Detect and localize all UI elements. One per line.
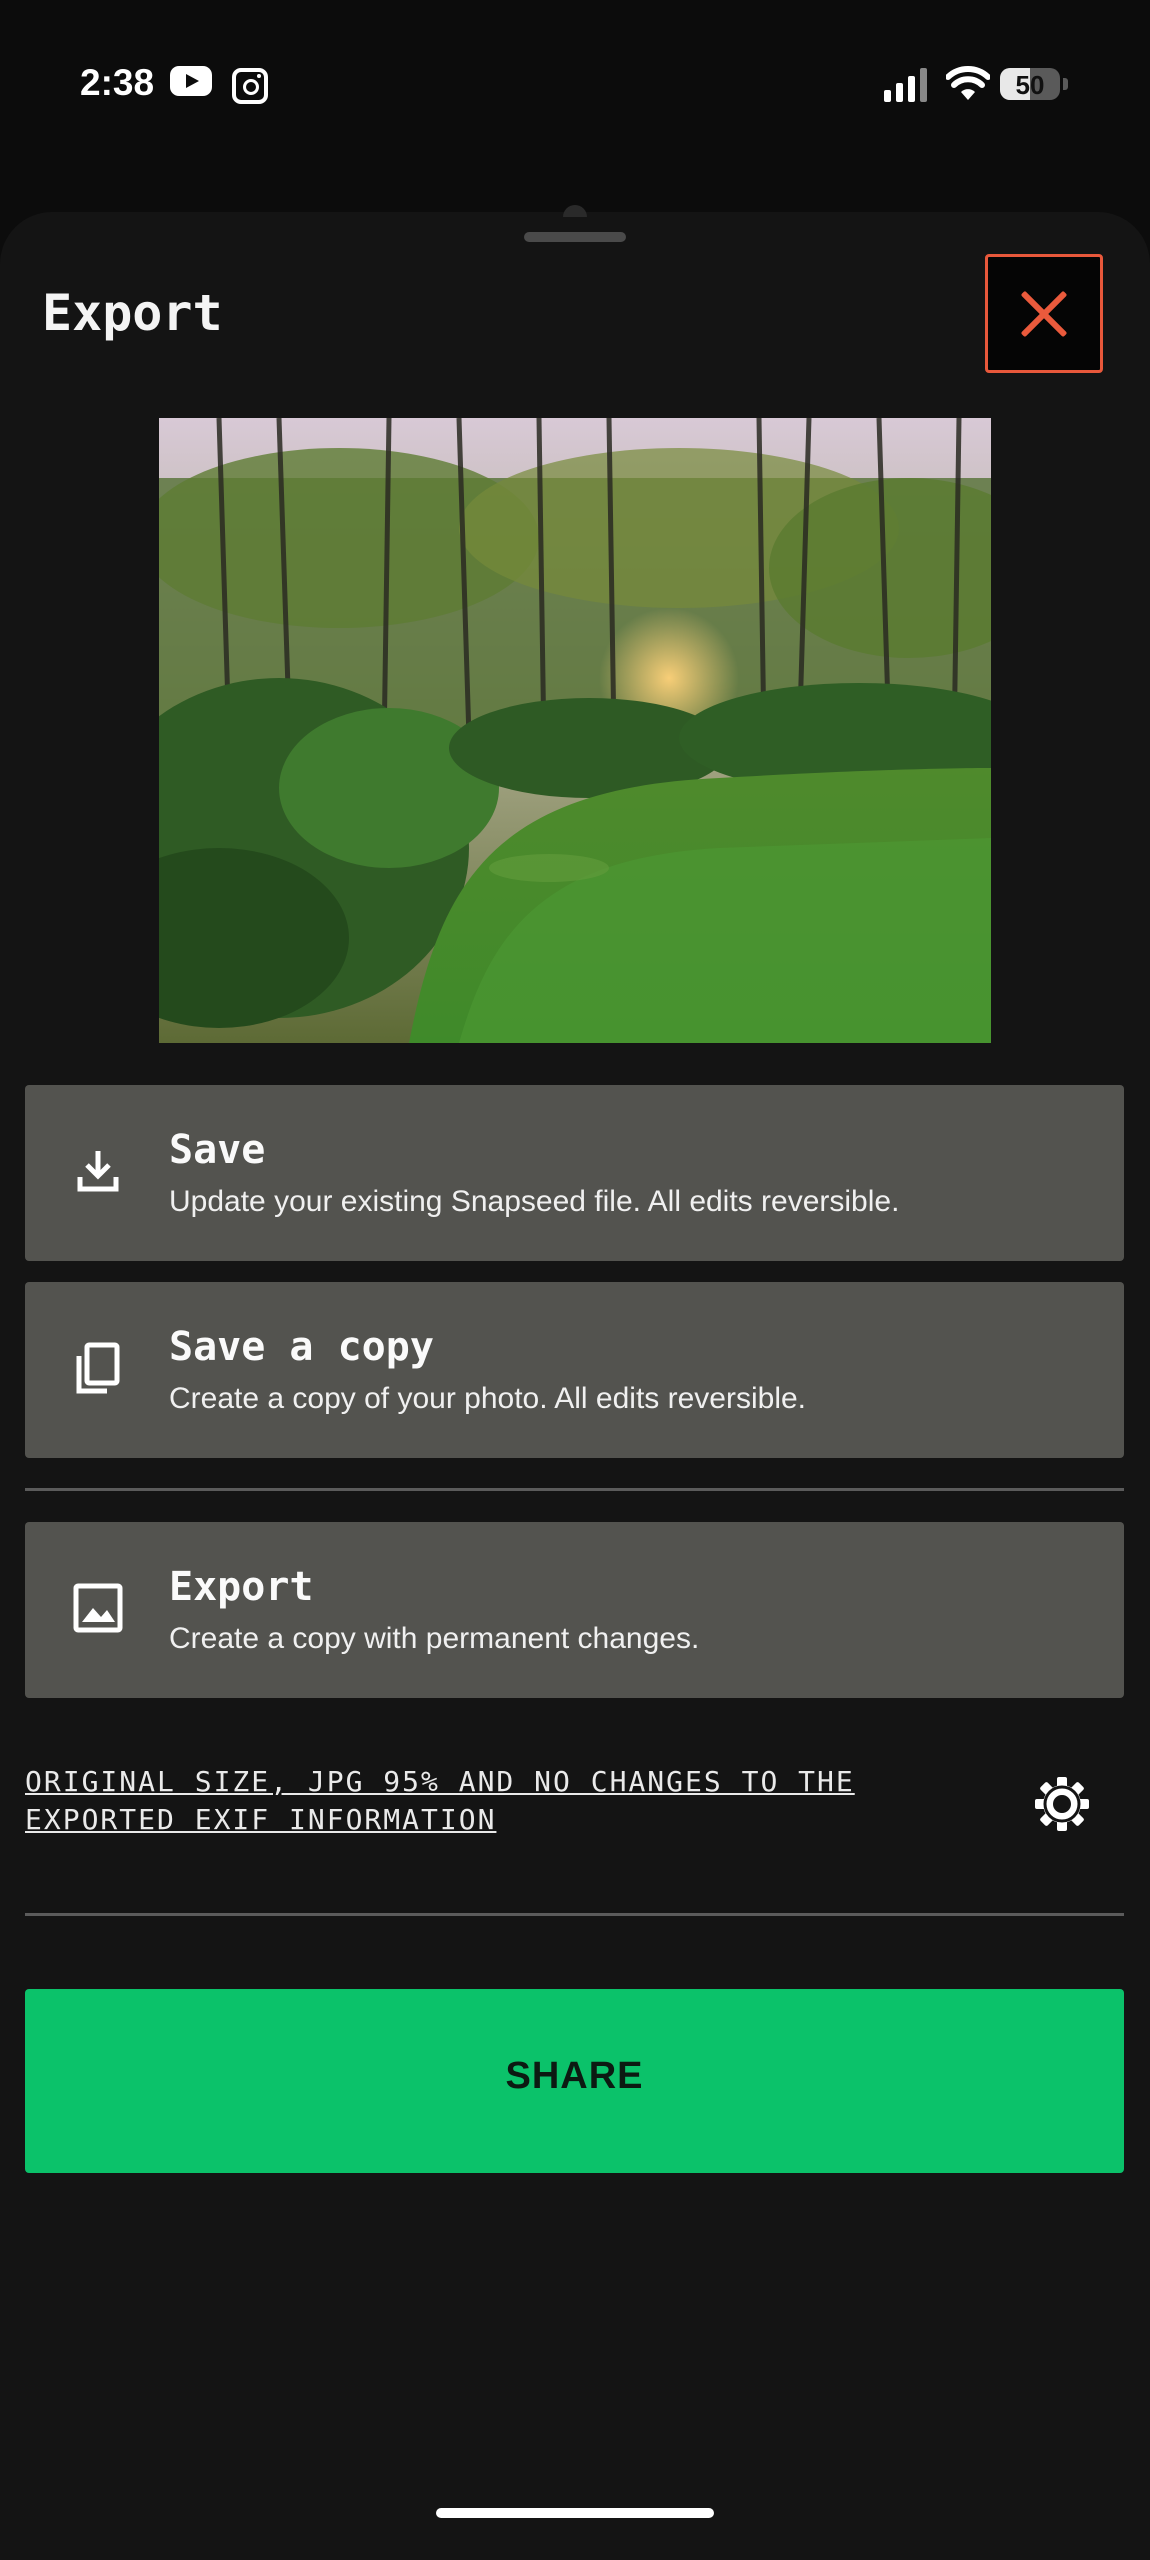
home-indicator[interactable] [436, 2508, 714, 2518]
save-option-title: Save [169, 1127, 266, 1173]
export-option-button[interactable]: Export Create a copy with permanent chan… [25, 1522, 1124, 1698]
battery-nub [1063, 78, 1068, 90]
photo-preview [159, 418, 991, 1043]
gear-icon[interactable] [1032, 1774, 1092, 1834]
sheet-title: Export [42, 284, 223, 342]
image-icon [73, 1583, 123, 1633]
share-button[interactable]: SHARE [25, 1989, 1124, 2173]
battery-icon: 50 [1000, 68, 1060, 100]
save-option-button[interactable]: Save Update your existing Snapseed file.… [25, 1085, 1124, 1261]
export-settings-line1: ORIGINAL SIZE, JPG 95% AND NO CHANGES TO… [25, 1765, 855, 1798]
save-copy-option-title: Save a copy [169, 1324, 434, 1370]
export-settings-line2: EXPORTED EXIF INFORMATION [25, 1803, 497, 1836]
save-option-subtitle: Update your existing Snapseed file. All … [169, 1185, 900, 1218]
battery-level: 50 [1015, 70, 1045, 100]
save-copy-option-button[interactable]: Save a copy Create a copy of your photo.… [25, 1282, 1124, 1458]
export-option-title: Export [169, 1564, 314, 1610]
sheet-notch [563, 205, 587, 217]
download-icon [77, 1151, 119, 1192]
export-settings-link[interactable]: ORIGINAL SIZE, JPG 95% AND NO CHANGES TO… [25, 1763, 965, 1839]
status-time: 2:38 [80, 62, 155, 103]
settings-divider [25, 1913, 1124, 1916]
youtube-icon [170, 66, 212, 96]
export-option-subtitle: Create a copy with permanent changes. [169, 1622, 700, 1655]
save-copy-option-subtitle: Create a copy of your photo. All edits r… [169, 1382, 807, 1415]
share-button-label: SHARE [505, 2055, 644, 2097]
close-button[interactable] [985, 254, 1103, 373]
signal-icon [884, 68, 928, 102]
copy-icon [76, 1342, 120, 1394]
sheet-grabber[interactable] [524, 232, 626, 242]
instagram-icon [232, 68, 268, 104]
wifi-icon [946, 66, 990, 100]
options-divider [25, 1488, 1124, 1491]
status-bar: 2:38 50 [0, 0, 1150, 170]
